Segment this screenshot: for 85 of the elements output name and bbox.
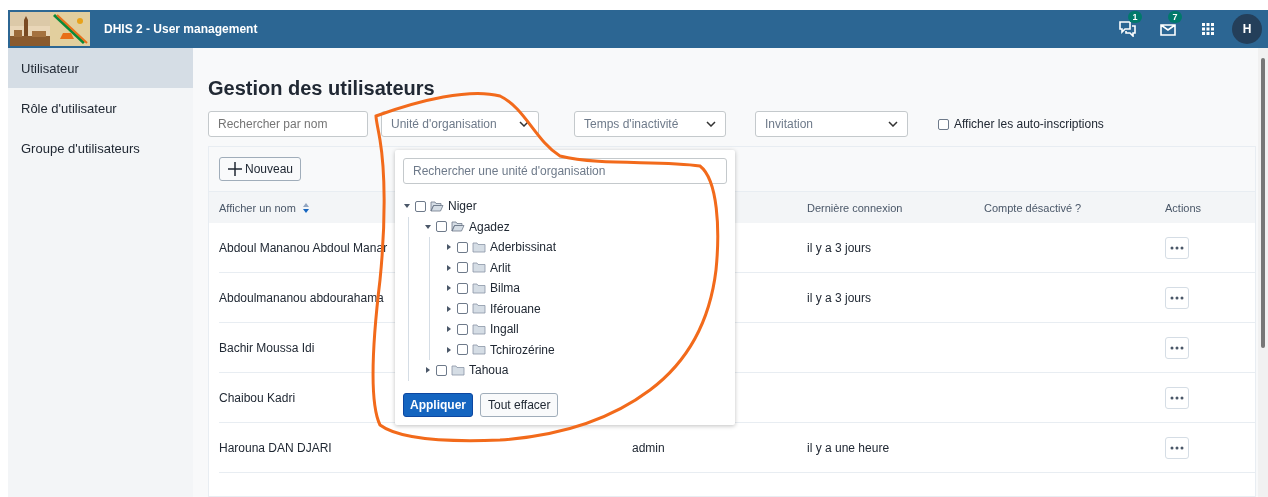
org-unit-label[interactable]: Niger [448, 199, 477, 214]
more-actions-button[interactable] [1165, 336, 1189, 359]
folder-icon [451, 364, 465, 376]
column-header: Actions [1165, 201, 1202, 214]
checkbox[interactable] [457, 303, 468, 315]
sort-icon[interactable] [302, 202, 309, 213]
column-header[interactable]: Afficher un nom [219, 201, 296, 214]
notification-badge: 1 [1128, 11, 1142, 23]
open-folder-icon [430, 200, 444, 212]
more-icon [1170, 345, 1184, 350]
caret-right-icon[interactable] [445, 284, 453, 293]
clear-all-button[interactable]: Tout effacer [480, 393, 559, 417]
table-cell: il y a une heure [807, 440, 890, 455]
checkbox[interactable] [436, 221, 447, 233]
checkbox[interactable] [457, 323, 468, 335]
new-button[interactable]: Nouveau [219, 157, 302, 181]
table-cell: Harouna DAN DJARI [219, 440, 332, 455]
more-actions-button[interactable] [1165, 286, 1189, 309]
checkbox[interactable] [436, 364, 447, 376]
caret-right-icon[interactable] [445, 243, 453, 252]
folder-icon [472, 241, 486, 253]
checkbox[interactable] [415, 200, 426, 212]
more-icon [1170, 445, 1184, 450]
org-unit-dropdown[interactable]: Unité d'organisation [381, 111, 539, 137]
org-unit-search-field[interactable]: Rechercher une unité d'organisation [403, 158, 727, 184]
org-unit-label[interactable]: Ingall [490, 322, 519, 337]
folder-icon [472, 323, 486, 335]
more-actions-button[interactable] [1165, 236, 1189, 259]
folder-icon [472, 303, 486, 315]
interpretations-button[interactable]: 1 [1108, 10, 1148, 48]
checkbox[interactable] [457, 344, 468, 356]
notification-badge: 7 [1168, 11, 1182, 23]
more-icon [1170, 395, 1184, 400]
checkbox[interactable] [938, 118, 949, 130]
chat-bubbles-icon [1119, 21, 1137, 37]
more-icon [1170, 245, 1184, 250]
table-cell: Chaibou Kadri [219, 390, 296, 405]
org-unit-label[interactable]: Arlit [490, 260, 511, 275]
more-icon [1170, 295, 1184, 300]
folder-icon [472, 282, 486, 294]
folder-icon [472, 262, 486, 274]
more-actions-button[interactable] [1165, 436, 1189, 459]
caret-down-icon[interactable] [424, 222, 432, 231]
more-actions-button[interactable] [1165, 386, 1189, 409]
org-unit-label[interactable]: Tchirozérine [490, 342, 555, 357]
checkbox-label: Afficher les auto-inscriptions [954, 117, 1104, 131]
checkbox[interactable] [457, 282, 468, 294]
org-unit-label[interactable]: Aderbissinat [490, 240, 557, 255]
caret-right-icon[interactable] [445, 304, 453, 313]
org-unit-label[interactable]: Bilma [490, 281, 520, 296]
column-header: Compte désactivé ? [984, 201, 1082, 214]
search-field[interactable]: Rechercher par nom [208, 111, 368, 137]
inactivity-dropdown[interactable]: Temps d'inactivité [574, 111, 726, 137]
envelope-icon [1160, 22, 1176, 36]
chevron-down-icon [706, 121, 716, 127]
chevron-down-icon [519, 121, 529, 127]
caret-right-icon[interactable] [424, 366, 432, 375]
org-unit-label[interactable]: Iférouane [490, 301, 541, 316]
apply-button[interactable]: Appliquer [403, 393, 473, 417]
table-cell: il y a 3 jours [807, 240, 872, 255]
invitation-dropdown[interactable]: Invitation [755, 111, 908, 137]
org-unit-label[interactable]: Tahoua [469, 363, 509, 378]
table-cell: Bachir Moussa Idi [219, 340, 315, 355]
open-folder-icon [451, 221, 465, 233]
column-header: Dernière connexion [807, 201, 903, 214]
org-unit-label[interactable]: Agadez [469, 219, 510, 234]
apps-grid-icon [1202, 23, 1214, 35]
checkbox[interactable] [457, 262, 468, 274]
scrollbar[interactable] [1258, 48, 1268, 497]
folder-icon [472, 344, 486, 356]
caret-right-icon[interactable] [445, 345, 453, 354]
sidebar-item[interactable]: Utilisateur [8, 48, 193, 88]
app-title: DHIS 2 - User management [104, 22, 259, 36]
caret-right-icon[interactable] [445, 263, 453, 272]
chevron-down-icon [888, 121, 898, 127]
table-cell: il y a 3 jours [807, 290, 872, 305]
messages-button[interactable]: 7 [1148, 10, 1188, 48]
sidebar-item[interactable]: Groupe d'utilisateurs [8, 128, 193, 168]
user-avatar[interactable]: H [1232, 14, 1262, 44]
checkbox[interactable] [457, 241, 468, 253]
page-title: Gestion des utilisateurs [208, 77, 436, 100]
sidebar-item[interactable]: Rôle d'utilisateur [8, 88, 193, 128]
plus-icon [228, 162, 242, 176]
caret-right-icon[interactable] [445, 325, 453, 334]
table-cell: admin [632, 440, 665, 455]
